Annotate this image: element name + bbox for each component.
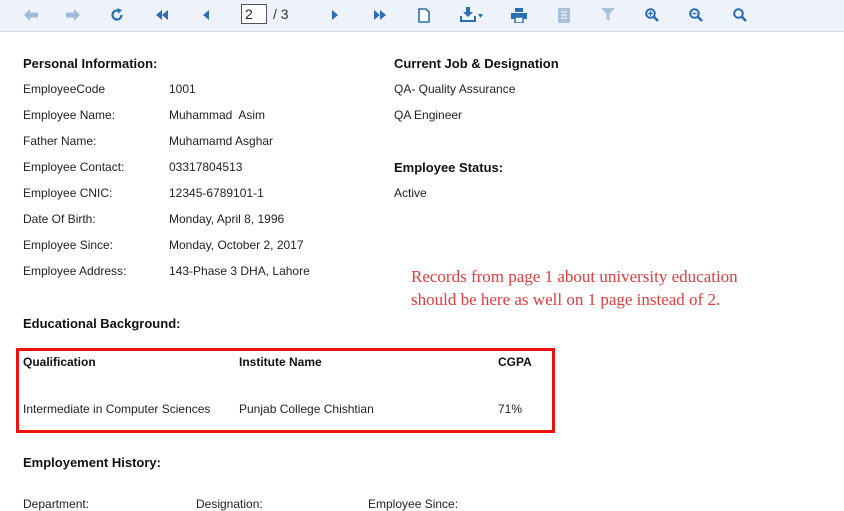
zoom-out-icon[interactable]: [688, 6, 704, 24]
field-value: Muhamamd Asghar: [169, 134, 274, 148]
refresh-icon[interactable]: [108, 6, 126, 24]
field-label: Date Of Birth:: [23, 212, 96, 226]
page-setup-icon[interactable]: [556, 6, 572, 24]
page-number-input[interactable]: [241, 4, 267, 24]
annotation-line: Records from page 1 about university edu…: [411, 267, 738, 286]
field-value: Monday, April 8, 1996: [169, 212, 285, 226]
document-icon[interactable]: [416, 6, 432, 24]
zoom-in-icon[interactable]: [644, 6, 660, 24]
field-value: 1001: [169, 82, 196, 96]
field-label: Father Name:: [23, 134, 97, 148]
column-header-qualification: Qualification: [23, 355, 96, 369]
field-value: 143-Phase 3 DHA, Lahore: [169, 264, 310, 278]
education-cell: Intermediate in Computer Sciences: [23, 402, 211, 416]
job-designation: QA Engineer: [394, 108, 463, 122]
employment-heading: Employement History:: [23, 455, 161, 470]
field-label: EmployeeCode: [23, 82, 106, 96]
education-cell: 71%: [498, 402, 523, 416]
field-value: 03317804513: [169, 160, 243, 174]
job-heading: Current Job & Designation: [394, 56, 559, 71]
column-header-institute: Institute Name: [239, 355, 322, 369]
education-cell: Punjab College Chishtian: [239, 402, 374, 416]
personal-info-heading: Personal Information:: [23, 56, 158, 71]
previous-page-icon[interactable]: [199, 6, 213, 24]
field-value: Monday, October 2, 2017: [169, 238, 304, 252]
field-label: Employee Contact:: [23, 160, 125, 174]
export-icon[interactable]: [459, 6, 485, 24]
first-page-icon[interactable]: [153, 6, 171, 24]
field-label: Employee Name:: [23, 108, 116, 122]
column-header-designation: Designation:: [196, 497, 263, 511]
employee-status: Active: [394, 186, 427, 200]
column-header-department: Department:: [23, 497, 90, 511]
column-header-cgpa: CGPA: [498, 355, 532, 369]
field-label: Employee CNIC:: [23, 186, 113, 200]
field-value: 12345-6789101-1: [169, 186, 264, 200]
arrow-back-icon[interactable]: [22, 6, 40, 24]
print-icon[interactable]: [510, 6, 528, 24]
filter-icon[interactable]: [600, 6, 616, 24]
report-page: Personal Information: EmployeeCode 1001 …: [0, 32, 844, 511]
zoom-icon[interactable]: [732, 6, 748, 24]
education-heading: Educational Background:: [23, 316, 181, 331]
report-viewer-toolbar: / 3: [0, 0, 844, 32]
annotation-line: should be here as well on 1 page instead…: [411, 290, 721, 309]
next-page-icon[interactable]: [328, 6, 342, 24]
column-header-employee-since: Employee Since:: [368, 497, 459, 511]
status-heading: Employee Status:: [394, 160, 504, 175]
last-page-icon[interactable]: [371, 6, 389, 24]
field-label: Employee Since:: [23, 238, 114, 252]
field-label: Employee Address:: [23, 264, 127, 278]
annotation-note: Records from page 1 about university edu…: [411, 265, 831, 311]
arrow-forward-icon[interactable]: [64, 6, 82, 24]
page-total-label: / 3: [273, 6, 289, 22]
field-value: Muhammad Asim: [169, 108, 266, 122]
job-department: QA- Quality Assurance: [394, 82, 516, 96]
